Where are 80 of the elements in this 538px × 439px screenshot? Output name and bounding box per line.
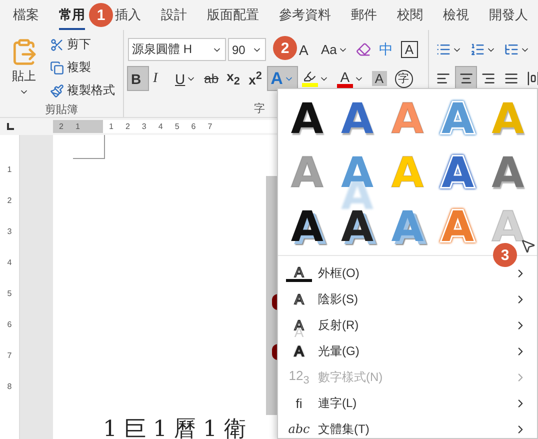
text-effect-preset[interactable]: A [282, 95, 332, 143]
ribbon-tab[interactable]: 版面配置 [207, 0, 259, 30]
align-icon [436, 71, 451, 86]
ruler-number: 1 [109, 122, 114, 131]
align-icon [526, 71, 538, 86]
eraser-icon [356, 42, 371, 57]
text-effect-preset[interactable]: A [332, 95, 382, 143]
superscript-button[interactable]: x$^{2}$ [246, 67, 266, 90]
ruler-number: 3 [142, 122, 146, 131]
ribbon-tab[interactable]: 常用 [59, 0, 85, 30]
ruler-number: 7 [7, 351, 12, 360]
ribbon-tab[interactable]: 檢視 [443, 0, 469, 30]
ribbon-tab[interactable]: 校閱 [397, 0, 423, 30]
align-icon [458, 71, 474, 86]
tab-stop-icon[interactable] [6, 123, 14, 130]
text-effect-preset[interactable]: A [432, 149, 483, 197]
effect-icon: A [286, 317, 312, 333]
font-size-field[interactable]: 90 [228, 38, 266, 61]
underline-button[interactable]: U [172, 67, 200, 90]
ribbon-tab[interactable]: 參考資料 [279, 0, 331, 30]
strikethrough-button[interactable]: ab [201, 67, 222, 90]
menu-item[interactable]: A 反射(R) [278, 312, 537, 338]
ribbon-tab[interactable]: 插入 [115, 0, 141, 30]
ruler-number: 4 [158, 122, 163, 131]
align-icon [504, 71, 518, 86]
ruler-number: 2 [125, 122, 130, 131]
ruler-number: 3 [7, 227, 12, 236]
font-name-field[interactable]: 源泉圓體 H [128, 38, 226, 61]
ruler-number: 5 [7, 289, 12, 298]
ribbon-tab[interactable]: 檔案 [13, 0, 39, 30]
menu-item[interactable]: fi 連字(L) [278, 390, 537, 416]
menu-item[interactable]: abc 文體集(T) [278, 416, 537, 439]
change-case-button[interactable]: Aa [318, 38, 351, 61]
align-icon [481, 71, 496, 86]
font-color-button[interactable]: A [334, 67, 367, 90]
clipboard-command[interactable]: 複製格式 [48, 80, 117, 101]
clipboard-command[interactable]: 剪下 [48, 34, 117, 55]
effect-icon: abc [286, 422, 312, 436]
group-label: 字 [254, 102, 265, 116]
menu-item[interactable]: A 光暈(G) [278, 338, 537, 364]
phonetic-guide-button[interactable]: 中 [376, 38, 396, 61]
copy-icon [50, 60, 64, 74]
text-effect-preset[interactable]: A [332, 203, 382, 251]
character-shading-button[interactable]: A [368, 67, 390, 90]
list-icon [470, 42, 485, 57]
group-label: 剪貼簿 [45, 102, 78, 116]
effect-icon: fi [286, 396, 312, 410]
italic-button[interactable]: I [150, 67, 170, 90]
ribbon-tab[interactable]: 開發人 [489, 0, 528, 30]
text-effect-preset[interactable]: A [282, 203, 332, 251]
subscript-button[interactable]: x$_{2}$ [224, 67, 244, 90]
highlighter-icon [303, 70, 316, 83]
clipboard-command[interactable]: 複製 [48, 57, 117, 78]
effect-icon: A [286, 343, 312, 359]
ribbon-tab[interactable]: 設計 [161, 0, 187, 30]
list-icon [504, 42, 519, 57]
margin-corner-mark [73, 135, 105, 159]
ruler-number: 2 [59, 122, 64, 131]
ruler-number: 8 [7, 382, 12, 391]
ruler-number: 6 [7, 320, 12, 329]
text-effect-preset[interactable]: A [482, 149, 533, 197]
ruler-number: 7 [208, 122, 212, 131]
paintbrush-icon [50, 84, 64, 98]
align-button[interactable] [456, 67, 476, 90]
ruler-number: 1 [75, 122, 80, 131]
ruler-number: 1 [7, 165, 12, 174]
scissors-icon [50, 38, 64, 52]
effect-icon: 12$_{3}$ [286, 368, 312, 386]
effect-icon: A [286, 291, 312, 307]
document-text: 1 巨 1 曆 1 衛 [103, 419, 246, 439]
list-icon [436, 42, 451, 57]
ruler-number: 5 [174, 122, 180, 131]
bold-button[interactable]: B [128, 67, 148, 90]
menu-item[interactable]: A 陰影(S) [278, 286, 537, 312]
paste-button[interactable]: 貼上 [4, 34, 44, 101]
ribbon-tab[interactable]: 郵件 [351, 0, 377, 30]
ruler-number: 6 [191, 122, 196, 131]
ruler-number: 4 [7, 258, 12, 267]
ruler-number: 2 [7, 196, 12, 205]
grow-font-button[interactable]: A [296, 38, 316, 61]
